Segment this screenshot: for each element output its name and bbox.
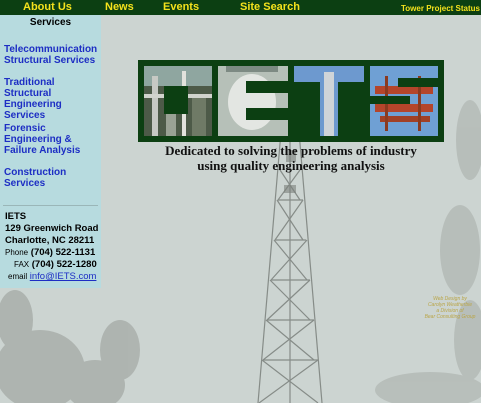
nav-tower-project-status[interactable]: Tower Project Status (401, 2, 480, 15)
link-line: Forensic (4, 123, 46, 134)
credit-line: Bear Consulting Group (424, 314, 476, 320)
street-address: 129 Greenwich Road (5, 223, 99, 234)
sidebar-divider (3, 205, 98, 206)
phone-row: Phone (704) 522-1131 (5, 247, 95, 258)
nav-news[interactable]: News (105, 1, 134, 14)
city-state-zip: Charlotte, NC 28211 (5, 235, 95, 246)
tagline-line-1: Dedicated to solving the problems of ind… (165, 143, 417, 158)
letter-s-photo (370, 66, 438, 136)
link-line: Services (4, 178, 46, 189)
link-line: Telecommunication (4, 44, 98, 55)
email-link[interactable]: info@IETS.com (30, 271, 97, 282)
email-row: email info@IETS.com (8, 271, 96, 282)
link-line: Structural Services (4, 55, 96, 66)
top-nav-bar: About Us News Events Site Search Tower P… (0, 0, 481, 15)
iets-logo-banner (138, 60, 444, 142)
nav-site-search[interactable]: Site Search (240, 1, 300, 14)
letter-t-photo (294, 66, 364, 136)
link-line: Traditional Structural (4, 77, 55, 99)
nav-events[interactable]: Events (163, 1, 199, 14)
company-name: IETS (5, 211, 27, 222)
services-sidebar: Services Telecommunication Structural Se… (0, 15, 101, 288)
letter-i-photo (144, 66, 212, 136)
sidebar-link-construction[interactable]: Construction Services (4, 167, 104, 189)
link-line: Services (4, 110, 46, 121)
phone-label: Phone (5, 248, 29, 257)
sidebar-heading: Services (29, 17, 72, 28)
link-line: Engineering & (4, 134, 72, 145)
letter-e-photo (218, 66, 288, 136)
link-line: Engineering (4, 99, 62, 110)
sidebar-link-forensic[interactable]: Forensic Engineering & Failure Analysis (4, 123, 104, 156)
sidebar-link-telecommunication[interactable]: Telecommunication Structural Services (4, 44, 104, 66)
fax-label: FAX (14, 260, 30, 269)
link-line: Failure Analysis (4, 145, 81, 156)
phone-number: (704) 522-1131 (30, 247, 96, 258)
link-line: Construction (4, 167, 67, 178)
tagline: Dedicated to solving the problems of ind… (138, 143, 444, 173)
sidebar-link-traditional-structural[interactable]: Traditional Structural Engineering Servi… (4, 77, 104, 121)
fax-row: FAX (704) 522-1280 (14, 259, 97, 270)
email-label: email (8, 272, 28, 281)
web-design-credit[interactable]: Web Design by Carolyn Weatherbie a Divis… (420, 296, 480, 320)
fax-number: (704) 522-1280 (31, 259, 97, 270)
nav-about-us[interactable]: About Us (23, 1, 72, 14)
tagline-line-2: using quality engineering analysis (197, 158, 385, 173)
